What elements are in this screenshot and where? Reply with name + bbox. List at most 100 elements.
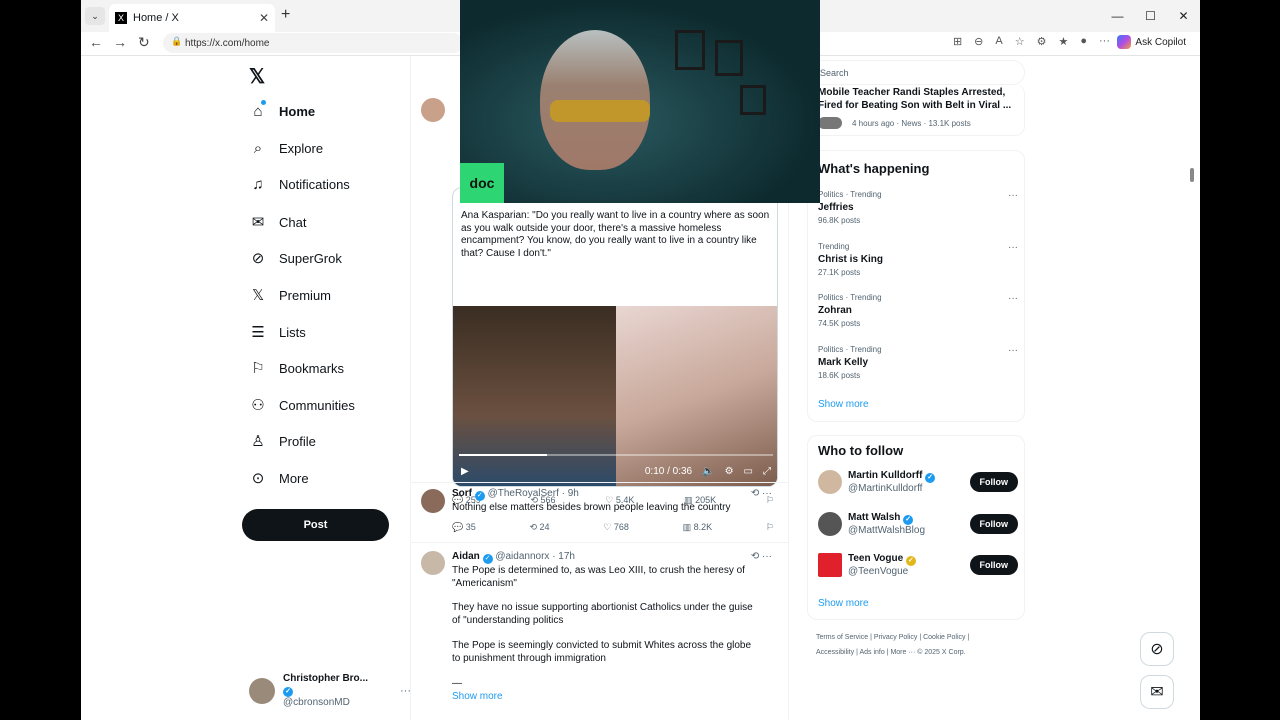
post-button[interactable]: Post xyxy=(242,509,389,541)
app-available-icon[interactable]: ⊞ xyxy=(953,35,962,48)
nav-more[interactable]: ⊙ More xyxy=(249,469,309,487)
news-card[interactable]: Mobile Teacher Randi Staples Arrested, F… xyxy=(807,84,1025,136)
grok-icon[interactable]: ⊘ xyxy=(1140,632,1174,666)
follow-button[interactable]: Follow xyxy=(969,555,1018,575)
nav-label: SuperGrok xyxy=(279,250,342,266)
show-more-link[interactable]: Show more xyxy=(452,691,503,704)
nav-explore[interactable]: ⌕ Explore xyxy=(249,140,323,157)
url-field[interactable]: 🔒 https://x.com/home xyxy=(163,33,463,53)
post-2[interactable]: Sorf ✓ @TheRoyalSerf · 9h ⟲ ··· Nothing … xyxy=(411,483,788,542)
nav-communities[interactable]: ⚇ Communities xyxy=(249,396,355,414)
nav-label: More xyxy=(279,470,309,486)
follow-suggestion[interactable]: Teen Vogue ✓ @TeenVogue Follow xyxy=(818,553,1018,577)
who-to-follow-card: Who to follow Martin Kulldorff ✓ @MartinK… xyxy=(807,435,1025,620)
bell-icon: ♫ xyxy=(252,176,264,193)
follow-suggestion[interactable]: Martin Kulldorff ✓ @MartinKulldorff Follo… xyxy=(818,470,1018,494)
more-icon[interactable]: ··· xyxy=(1008,293,1018,304)
trend-item[interactable]: Politics · Trending Jeffries 96.8K posts ··… xyxy=(818,190,1018,225)
account-handle: @cbronsonMD xyxy=(283,697,350,708)
scrollbar[interactable] xyxy=(1186,56,1200,720)
refresh-icon[interactable]: ↻ xyxy=(138,34,150,51)
scrollbar-thumb[interactable] xyxy=(1190,168,1194,182)
views-button[interactable]: ▥ 8.2K xyxy=(683,522,713,533)
video-progress-bar[interactable] xyxy=(459,454,773,456)
site-info-icon[interactable]: 🔒 xyxy=(171,36,182,47)
favorites-icon[interactable]: ★ xyxy=(1058,35,1068,48)
suggestion-handle: @MattWalshBlog xyxy=(848,525,926,536)
read-aloud-icon[interactable]: A xyxy=(995,35,1002,48)
reply-button[interactable]: 💬 35 xyxy=(452,522,476,533)
x-logo-icon[interactable]: 𝕏 xyxy=(249,64,265,89)
nav-chat[interactable]: ✉ Chat xyxy=(249,213,307,231)
nav-premium[interactable]: 𝕏 Premium xyxy=(249,286,331,304)
verified-gold-icon: ✓ xyxy=(905,556,916,566)
sunglasses xyxy=(550,100,650,122)
forward-icon[interactable]: → xyxy=(113,34,127,50)
nav-notifications[interactable]: ♫ Notifications xyxy=(249,176,349,193)
volume-icon[interactable]: 🔈 xyxy=(702,466,714,477)
author-name[interactable]: Sorf xyxy=(452,488,472,499)
extensions-icon[interactable]: ⚙ xyxy=(1037,35,1047,48)
nav-supergrok[interactable]: ⊘ SuperGrok xyxy=(249,249,342,267)
account-switcher[interactable]: Christopher Bro... ✓ @cbronsonMD ··· xyxy=(249,673,411,708)
close-tab-icon[interactable]: ✕ xyxy=(259,11,269,25)
browser-tab[interactable]: X Home / X ✕ xyxy=(109,4,275,32)
video-player[interactable]: ▶ 0:10 / 0:36 🔈 ⚙ ▭ ⤢ xyxy=(453,306,777,486)
post-3[interactable]: Aidan ✓ @aidannorx · 17h ⟲ ··· The Pope … xyxy=(411,545,788,720)
author-handle[interactable]: @TheRoyalSerf xyxy=(488,488,559,499)
author-handle[interactable]: @aidannorx xyxy=(495,551,549,562)
close-window-icon[interactable]: ✕ xyxy=(1167,0,1200,32)
nav-label: Chat xyxy=(279,214,307,230)
tab-list-dropdown-icon[interactable]: ⌄ xyxy=(85,7,105,25)
section-title: What's happening xyxy=(818,161,930,176)
nav-profile[interactable]: ♙ Profile xyxy=(249,432,316,450)
trend-item[interactable]: Trending Christ is King 27.1K posts ··· xyxy=(818,242,1018,277)
settings-more-icon[interactable]: ··· xyxy=(1099,35,1110,48)
quoted-post[interactable]: Ana Kasparian: "Do you really want to li… xyxy=(452,187,778,487)
profile-icon[interactable]: ● xyxy=(1080,35,1087,48)
more-icon[interactable]: ⟲ ··· xyxy=(751,488,772,501)
author-name[interactable]: Aidan xyxy=(452,551,480,562)
more-icon[interactable]: ··· xyxy=(1008,190,1018,201)
copilot-button[interactable]: Ask Copilot xyxy=(1117,35,1186,49)
follow-suggestion[interactable]: Matt Walsh ✓ @MattWalshBlog Follow xyxy=(818,512,1018,536)
back-icon[interactable]: ← xyxy=(89,34,103,50)
nav-lists[interactable]: ☰ Lists xyxy=(249,323,305,341)
window-controls: — ☐ ✕ xyxy=(1101,0,1200,32)
follow-button[interactable]: Follow xyxy=(969,514,1018,534)
repost-button[interactable]: ⟲ 24 xyxy=(529,522,549,533)
bookmark-icon[interactable]: ⚐ xyxy=(766,522,774,533)
show-more-link[interactable]: Show more xyxy=(818,399,869,410)
trend-topic: Zohran xyxy=(818,305,852,316)
more-icon[interactable]: ··· xyxy=(1008,242,1018,253)
messages-icon[interactable]: ✉ xyxy=(1140,675,1174,709)
minimize-icon[interactable]: — xyxy=(1101,0,1134,32)
search-input[interactable]: Search xyxy=(807,60,1025,85)
post-time[interactable]: · 17h xyxy=(552,551,575,562)
suggestion-name: Martin Kulldorff xyxy=(848,470,923,481)
settings-icon[interactable]: ⚙ xyxy=(725,466,734,477)
play-icon[interactable]: ▶ xyxy=(461,466,469,477)
news-meta: 4 hours ago · News · 13.1K posts xyxy=(852,118,971,128)
trend-context: Politics · Trending xyxy=(818,190,882,199)
pip-icon[interactable]: ▭ xyxy=(744,466,753,477)
footer-line: Accessibility | Ads info | More ··· © 20… xyxy=(816,649,966,656)
nav-home[interactable]: ⌂ Home xyxy=(249,103,315,120)
show-more-link[interactable]: Show more xyxy=(818,598,869,609)
fullscreen-icon[interactable]: ⤢ xyxy=(763,466,771,477)
favorite-star-icon[interactable]: ☆ xyxy=(1015,35,1025,48)
follow-button[interactable]: Follow xyxy=(969,472,1018,492)
person-icon: ♙ xyxy=(251,433,265,450)
trend-item[interactable]: Politics · Trending Zohran 74.5K posts ··· xyxy=(818,293,1018,328)
nav-bookmarks[interactable]: ⚐ Bookmarks xyxy=(249,359,344,377)
footer-links[interactable]: Terms of Service | Privacy Policy | Cook… xyxy=(816,630,1031,660)
zoom-icon[interactable]: ⊖ xyxy=(974,35,983,48)
post-time[interactable]: · 9h xyxy=(562,488,579,499)
maximize-icon[interactable]: ☐ xyxy=(1134,0,1167,32)
more-icon[interactable]: ··· xyxy=(1008,345,1018,356)
new-tab-icon[interactable]: + xyxy=(281,6,290,24)
like-button[interactable]: ♡ 768 xyxy=(603,522,629,533)
trend-item[interactable]: Politics · Trending Mark Kelly 18.6K posts… xyxy=(818,345,1018,380)
trend-topic: Christ is King xyxy=(818,254,884,265)
more-icon[interactable]: ⟲ ··· xyxy=(751,551,772,564)
